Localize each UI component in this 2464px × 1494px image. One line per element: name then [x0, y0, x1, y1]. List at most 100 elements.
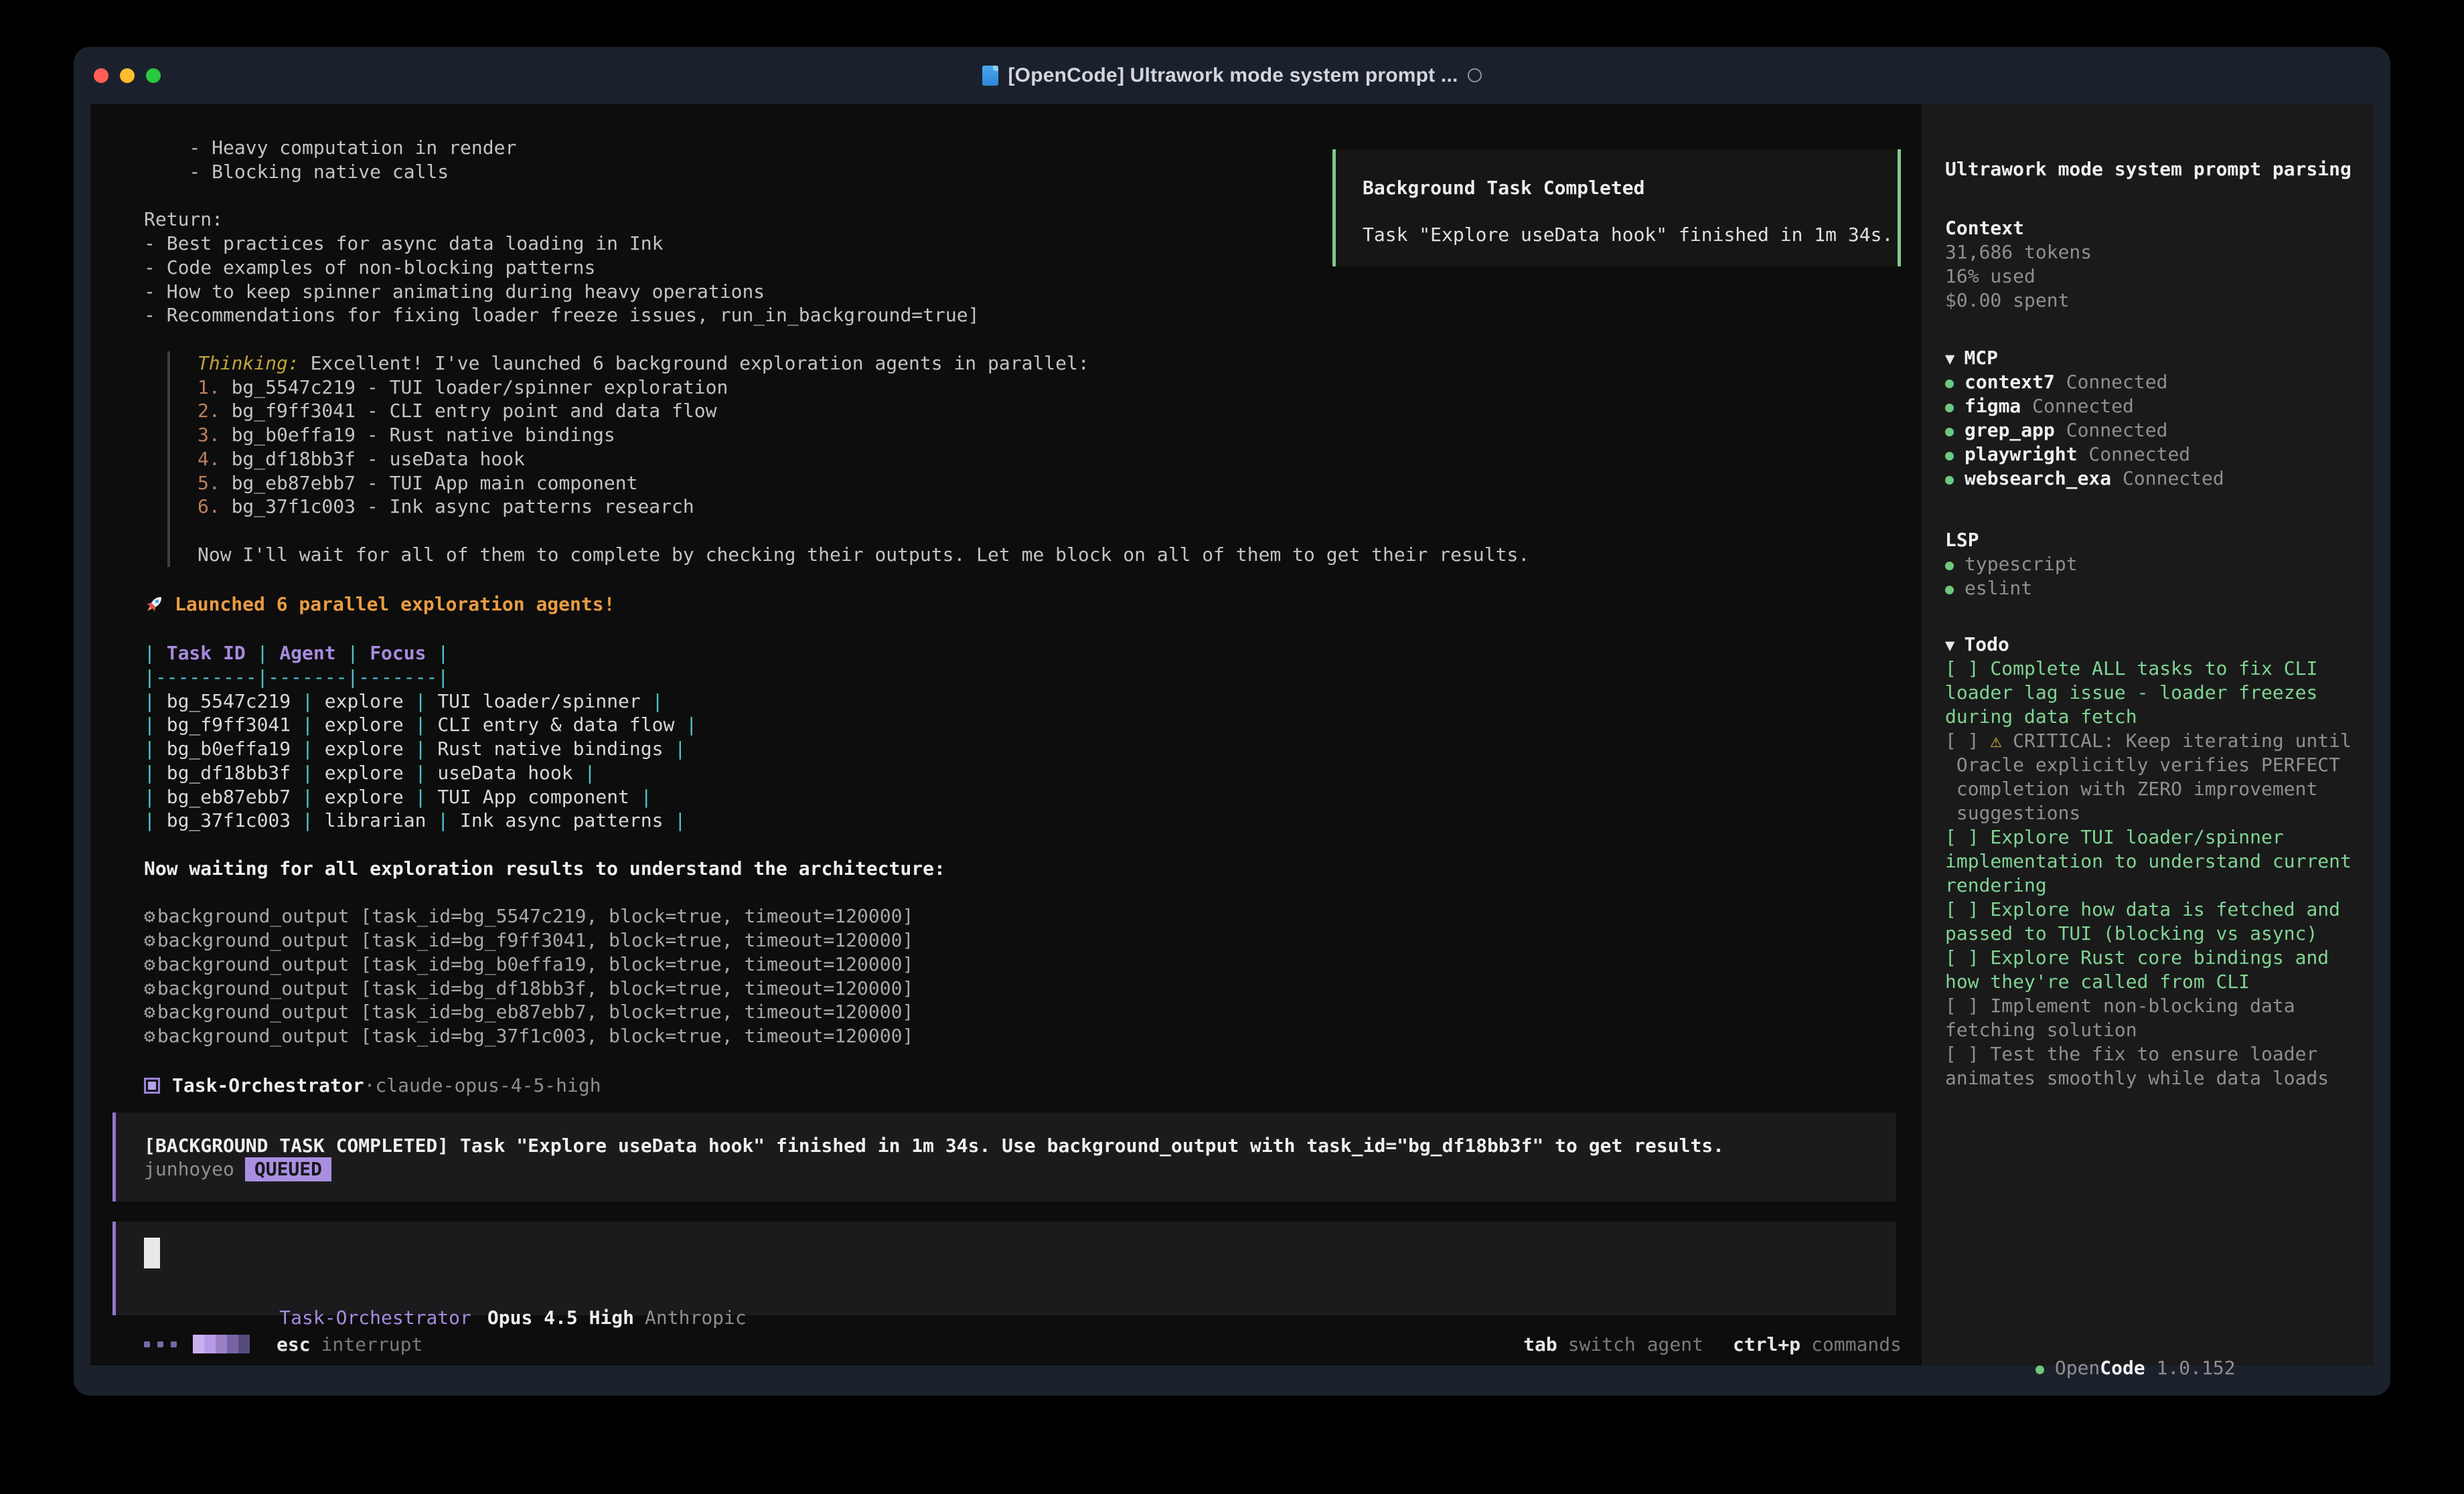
text-line: | bg_f9ff3041 | explore | CLI entry & da… — [144, 713, 1922, 737]
commands-hint: ctrl+p commands — [1733, 1333, 1902, 1355]
text-line: during data fetch — [1945, 705, 2374, 729]
text-line: animates smoothly while data loads — [1945, 1066, 2374, 1090]
text-line: 1. bg_5547c219 - TUI loader/spinner expl… — [198, 376, 1922, 400]
text-line: completion with ZERO improvement — [1945, 777, 2374, 801]
text-line: |---------|-------|-------| — [144, 665, 1922, 689]
context-label: Context — [1945, 216, 2374, 240]
text-line: ⚙background_output [task_id=bg_5547c219,… — [144, 904, 1922, 928]
text-line: grep_app Connected — [1945, 418, 2374, 442]
text-line: | Task ID | Agent | Focus | — [144, 641, 1922, 665]
text-line: context7 Connected — [1945, 370, 2374, 394]
context-stats: 31,686 tokens16% used$0.00 spent — [1945, 240, 2374, 313]
text-line: how they're called from CLI — [1945, 970, 2374, 994]
text-line: passed to TUI (blocking vs async) — [1945, 922, 2374, 946]
text-line: | bg_b0effa19 | explore | Rust native bi… — [144, 737, 1922, 761]
app-name-bold: Code — [2100, 1357, 2145, 1379]
minimize-button[interactable] — [120, 68, 135, 83]
text-line: implementation to understand current — [1945, 849, 2374, 874]
text-line: [ ] Explore how data is fetched and — [1945, 898, 2374, 922]
version-footer: OpenCode 1.0.152 — [1945, 1332, 2236, 1356]
cmd-label: commands — [1811, 1333, 1902, 1355]
cmd-key: ctrl+p — [1733, 1333, 1800, 1355]
text-line: | bg_df18bb3f | explore | useData hook | — [144, 761, 1922, 785]
text-line: 3. bg_b0effa19 - Rust native bindings — [198, 423, 1922, 447]
text-line: eslint — [1945, 576, 2374, 600]
context-section: Context 31,686 tokens16% used$0.00 spent — [1945, 216, 2374, 313]
tab-key: tab — [1523, 1333, 1557, 1355]
text-line: [ ] ⚠ CRITICAL: Keep iterating until — [1945, 729, 2374, 753]
close-button[interactable] — [94, 68, 108, 83]
text-line: | bg_37f1c003 | librarian | Ink async pa… — [144, 809, 1922, 833]
text-line: ⚙background_output [task_id=bg_b0effa19,… — [144, 952, 1922, 977]
notification-body: Task "Explore useData hook" finished in … — [1363, 223, 1898, 247]
launch-text: Launched 6 parallel exploration agents! — [175, 593, 615, 615]
task-message: [BACKGROUND TASK COMPLETED] Task "Explor… — [144, 1134, 1896, 1158]
text-line: Oracle explicitly verifies PERFECT — [1945, 753, 2374, 777]
text-line: playwright Connected — [1945, 442, 2374, 467]
input-model[interactable]: Opus 4.5 High — [487, 1307, 634, 1329]
agents-table: | Task ID | Agent | Focus ||---------|--… — [144, 641, 1922, 833]
esc-label: interrupt — [321, 1333, 423, 1355]
text-line: - How to keep spinner animating during h… — [144, 280, 1922, 304]
queued-badge: QUEUED — [245, 1157, 331, 1181]
mcp-section: ▼MCP context7 Connectedfigma Connectedgr… — [1945, 346, 2374, 491]
agent-meta: Task-Orchestrator · claude-opus-4-5-high — [144, 1072, 1922, 1099]
proxy-circle-icon — [1468, 68, 1482, 82]
text-line: $0.00 spent — [1945, 288, 2374, 313]
notification-toast[interactable]: Background Task Completed Task "Explore … — [1332, 149, 1901, 266]
mcp-list: context7 Connectedfigma Connectedgrep_ap… — [1945, 370, 2374, 491]
text-line: 16% used — [1945, 264, 2374, 288]
activity-gradient-icon — [193, 1335, 250, 1353]
app-name-gray: Open — [2055, 1357, 2100, 1379]
collapse-icon: ▼ — [1945, 349, 1954, 368]
meta-dot-separator: · — [364, 1074, 376, 1096]
text-line: loader lag issue - loader freezes — [1945, 681, 2374, 705]
agent-model: claude-opus-4-5-high — [375, 1074, 601, 1096]
text-line: Now I'll wait for all of them to complet… — [198, 543, 1922, 567]
notification-title: Background Task Completed — [1363, 176, 1898, 200]
title-bar: [OpenCode] Ultrawork mode system prompt … — [74, 47, 2390, 104]
window-title: [OpenCode] Ultrawork mode system prompt … — [1008, 64, 1458, 87]
task-user: junhoyeo — [144, 1158, 234, 1180]
status-right: tab switch agent ctrl+p commands — [1494, 1333, 1902, 1355]
todo-header[interactable]: ▼ Todo — [1945, 633, 2374, 657]
traffic-lights — [94, 47, 161, 104]
text-line: rendering — [1945, 874, 2374, 898]
todo-list: [ ] Complete ALL tasks to fix CLIloader … — [1945, 657, 2374, 1090]
text-line — [198, 519, 1922, 543]
collapse-icon: ▼ — [1945, 636, 1954, 655]
input-agent-name[interactable]: Task-Orchestrator — [279, 1307, 471, 1329]
text-line: figma Connected — [1945, 394, 2374, 418]
text-line: [ ] Explore Rust core bindings and — [1945, 946, 2374, 970]
text-line: [ ] Implement non-blocking data — [1945, 994, 2374, 1018]
text-line: Thinking: Excellent! I've launched 6 bac… — [198, 351, 1922, 376]
terminal-main: - Heavy computation in render - Blocking… — [90, 104, 1922, 1365]
text-line: [ ] Test the fix to ensure loader — [1945, 1042, 2374, 1066]
window-title-group: [OpenCode] Ultrawork mode system prompt … — [982, 64, 1481, 87]
esc-key: esc — [277, 1333, 311, 1355]
app-window: [OpenCode] Ultrawork mode system prompt … — [74, 47, 2390, 1396]
lsp-section: LSP typescripteslint — [1945, 528, 2374, 600]
sidebar-title: Ultrawork mode system prompt parsing — [1945, 157, 2374, 181]
sidebar: Ultrawork mode system prompt parsing Con… — [1922, 104, 2374, 1365]
zoom-button[interactable] — [146, 68, 161, 83]
conversation-flow: - Heavy computation in render - Blocking… — [90, 104, 1922, 1315]
text-line: 2. bg_f9ff3041 - CLI entry point and dat… — [198, 399, 1922, 423]
agent-name: Task-Orchestrator — [172, 1074, 364, 1096]
input-panel[interactable]: Task-OrchestratorOpus 4.5 HighAnthropic — [112, 1222, 1896, 1315]
text-line: 4. bg_df18bb3f - useData hook — [198, 447, 1922, 471]
rocket-icon — [144, 593, 165, 614]
input-model-row: Task-OrchestratorOpus 4.5 HighAnthropic — [144, 1282, 1896, 1306]
document-icon — [982, 66, 998, 86]
todo-section: ▼ Todo [ ] Complete ALL tasks to fix CLIl… — [1945, 633, 2374, 1090]
mcp-header[interactable]: ▼MCP — [1945, 346, 2374, 370]
text-cursor — [144, 1238, 160, 1268]
text-line: websearch_exa Connected — [1945, 467, 2374, 491]
text-line: ⚙background_output [task_id=bg_37f1c003,… — [144, 1024, 1922, 1048]
app-version: 1.0.152 — [2145, 1357, 2236, 1379]
waiting-line: Now waiting for all exploration results … — [144, 857, 1922, 881]
text-line: 6. bg_37f1c003 - Ink async patterns rese… — [198, 495, 1922, 519]
todo-label: Todo — [1964, 633, 2009, 655]
lsp-label: LSP — [1945, 528, 2374, 552]
tab-label: switch agent — [1568, 1333, 1703, 1355]
